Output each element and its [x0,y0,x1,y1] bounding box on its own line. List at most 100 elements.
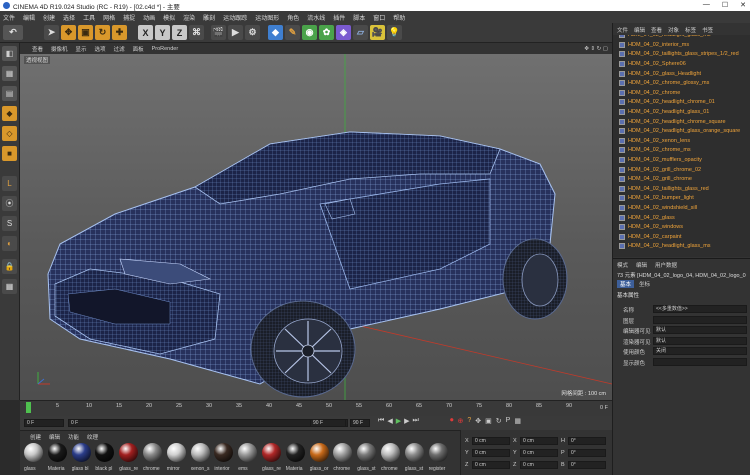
rotate-tool-icon[interactable]: ↻ [95,25,110,40]
om-tab-view[interactable]: 查看 [651,26,662,34]
timeline-ruler[interactable]: 051015202530354045505560657075808590 0 F [20,400,612,416]
y-axis-button[interactable]: Y [155,25,170,40]
material-swatch[interactable] [95,443,115,462]
om-tab-objects[interactable]: 对象 [668,26,679,34]
end-frame-field[interactable]: 90 F [310,419,346,427]
render-settings-icon[interactable]: ⚙ [245,25,260,40]
object-list-item[interactable]: HDM_04_02_headlight_glass_01 [617,108,750,118]
menu-select[interactable]: 选择 [63,13,75,22]
menu-mograph[interactable]: 运动图形 [255,13,279,22]
position-key-icon[interactable]: ✥ [475,417,481,425]
menu-create[interactable]: 创建 [43,13,55,22]
menu-plugins[interactable]: 插件 [333,13,345,22]
object-list-item[interactable]: HDM_04_02_headlight_glass_orange_square [617,127,750,137]
scale-key-icon[interactable]: ▣ [485,417,492,425]
viewport-menu-cameras[interactable]: 摄像机 [51,45,68,53]
object-list-item[interactable]: HDM_04_02_grill_chrome [617,175,750,185]
material-swatch[interactable] [262,443,281,462]
attribute-value-field[interactable]: 默认 [653,326,747,334]
material-swatch[interactable] [381,443,400,462]
menu-edit[interactable]: 编辑 [23,13,35,22]
material-swatch[interactable] [285,443,305,462]
material-swatch[interactable] [143,443,162,462]
x-axis-button[interactable]: X [138,25,153,40]
material-swatch[interactable] [214,443,234,462]
menu-sculpt[interactable]: 雕刻 [203,13,215,22]
coord-value-field[interactable]: 0 cm [472,449,510,457]
camera-icon[interactable]: 🎥 [370,25,385,40]
material-menu-create[interactable]: 创建 [30,433,41,441]
tweak-icon[interactable]: ⦿ [2,196,17,211]
object-list-item[interactable]: HDM_04_02_glass_Headlight [617,69,750,79]
viewport-menu-prorender[interactable]: ProRender [152,46,179,52]
object-list-item[interactable]: HDM_04_02_xenon_lens [617,137,750,147]
attribute-value-field[interactable]: 默认 [653,336,747,345]
coord-value-field[interactable]: 0° [568,449,606,457]
material-menu-function[interactable]: 功能 [68,433,79,441]
material-swatch[interactable] [24,443,43,462]
coord-value-field[interactable]: 0° [568,461,606,469]
object-list-item[interactable]: HDM_04_02_windshield_sill [617,204,750,214]
object-list-item[interactable]: HDM_04_02_windows [617,223,750,233]
viewport-menu-display[interactable]: 显示 [76,45,87,53]
texture-mode-icon[interactable]: ▦ [2,66,17,81]
workplane-icon[interactable]: ▤ [2,86,17,101]
menu-pipeline[interactable]: 流水线 [307,13,325,22]
object-list-item[interactable]: HDM_04_02_taillights_glass_stripes_1/2_r… [617,50,750,60]
play-icon[interactable]: ▶ [396,417,401,425]
pla-key-icon[interactable]: ▦ [514,417,521,425]
object-list-item[interactable]: HDM_04_02_interior_ms [617,41,750,51]
current-frame-marker[interactable] [26,402,31,413]
keyframe-selection-icon[interactable]: ? [467,417,471,425]
object-list-item[interactable]: HDM_04_02_glass [617,213,750,223]
om-tab-bookmarks[interactable]: 书签 [702,26,713,34]
material-swatch[interactable] [333,443,353,462]
attribute-value-field[interactable] [653,357,747,366]
snap-icon[interactable]: S [2,216,17,231]
material-swatch[interactable] [71,443,91,462]
om-tab-file[interactable]: 文件 [617,26,628,34]
coord-value-field[interactable]: 0° [568,437,606,445]
points-mode-icon[interactable]: ◆ [2,106,17,121]
perspective-viewport[interactable]: 透视视图 网格间距 : 100 cm [20,54,612,400]
array-icon[interactable]: ✿ [319,25,334,40]
object-list-item[interactable]: HDM_04_02_Sphere06 [617,60,750,70]
deformer-icon[interactable]: ◈ [336,25,351,40]
object-list-item[interactable]: HDM_04_02_chrome_ms [617,146,750,156]
start-frame-field[interactable]: 0 F [24,419,64,427]
viewport-nav-icons[interactable]: ✥ ⇕ ↻ ▢ [584,46,608,52]
menu-tools[interactable]: 工具 [83,13,95,22]
material-swatch[interactable] [428,443,448,462]
menu-file[interactable]: 文件 [3,13,15,22]
render-picture-viewer-icon[interactable]: ▶ [228,25,243,40]
next-frame-icon[interactable]: ▶ [404,417,409,425]
material-swatch[interactable] [238,443,258,462]
edges-mode-icon[interactable]: ◇ [2,126,17,141]
material-swatch[interactable] [166,443,186,462]
om-tab-tags[interactable]: 标签 [685,26,696,34]
lock-workplane-icon[interactable]: 🔒 [2,259,17,274]
scale-tool-icon[interactable]: ▣ [78,25,93,40]
move-tool-icon[interactable]: ✥ [61,25,76,40]
menu-motion-tracker[interactable]: 运动跟踪 [223,13,247,22]
material-swatch[interactable] [119,443,139,462]
max-frame-field[interactable]: 90 F [350,419,370,427]
attribute-value-field[interactable] [653,315,747,324]
om-tab-edit[interactable]: 编辑 [634,26,645,34]
viewport-menu-options[interactable]: 选项 [95,45,106,53]
object-list-item[interactable]: HDM_04_02_chrome [617,89,750,99]
add-tool-icon[interactable]: ✚ [112,25,127,40]
prev-frame-icon[interactable]: ◀ [387,417,392,425]
pen-icon[interactable]: ✎ [285,25,300,40]
record-keyframe-icon[interactable]: ⏺ [450,417,454,425]
material-swatch[interactable] [309,443,329,462]
material-swatch[interactable] [357,443,377,462]
coord-value-field[interactable]: 0 cm [472,461,510,469]
viewport-menu-view[interactable]: 查看 [32,45,43,53]
material-swatch[interactable] [404,443,424,462]
attribute-value-field[interactable]: <<多重数值>> [653,305,747,313]
floor-icon[interactable]: ▱ [353,25,368,40]
attribute-value-field[interactable]: 关闭 [653,347,747,355]
attr-tab-userdata[interactable]: 用户数据 [655,261,677,269]
attr-subtab-basic[interactable]: 基本 [617,280,635,288]
